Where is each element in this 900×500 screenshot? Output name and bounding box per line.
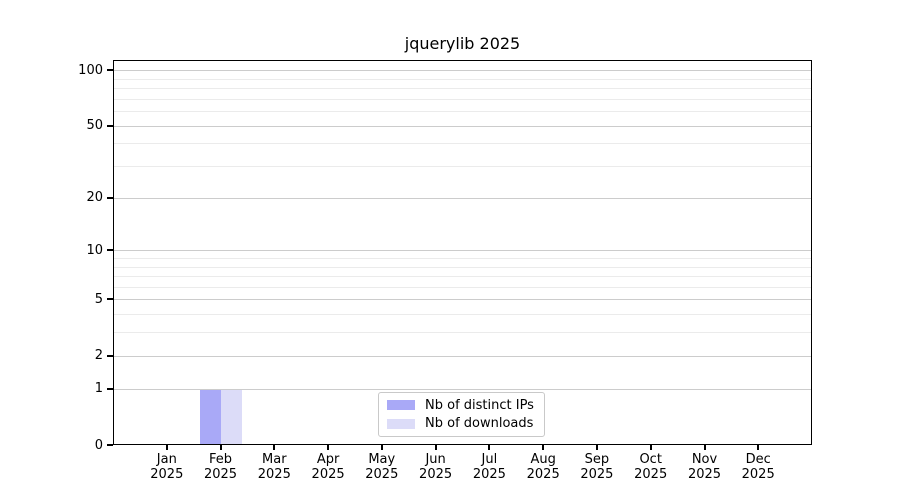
x-tick-label-month: Aug xyxy=(530,452,556,467)
legend-swatch-downloads xyxy=(387,418,415,429)
y-tick-label-1: 1 xyxy=(94,381,103,397)
y-tick-50 xyxy=(107,124,113,127)
legend-item-downloads: Nb of downloads xyxy=(387,415,536,434)
x-tick-label-year: 2025 xyxy=(741,467,775,482)
x-tick-label-year: 2025 xyxy=(634,467,668,482)
y-tick-5 xyxy=(107,298,113,301)
y-tick-20 xyxy=(107,196,113,199)
x-tick-may xyxy=(380,445,383,450)
x-tick-nov xyxy=(703,445,706,450)
x-tick-label-year: 2025 xyxy=(203,467,238,482)
x-tick-feb xyxy=(219,445,222,450)
x-tick-label-oct: Oct 2025 xyxy=(624,452,678,482)
x-tick-label-sep: Sep 2025 xyxy=(570,452,624,482)
x-tick-label-month: Mar xyxy=(262,452,287,467)
x-tick-label-aug: Aug 2025 xyxy=(516,452,570,482)
y-tick-label-50: 50 xyxy=(86,118,103,133)
x-tick-jul xyxy=(488,445,491,450)
x-tick-label-month: Nov xyxy=(691,452,718,467)
x-tick-label-month: Feb xyxy=(208,452,233,467)
legend-swatch-distinct-ips xyxy=(387,400,415,411)
x-tick-label-month: Dec xyxy=(745,452,771,467)
x-tick-jun xyxy=(434,445,437,450)
x-tick-label-month: Apr xyxy=(316,452,340,467)
y-tick-100 xyxy=(107,69,113,71)
x-tick-label-year: 2025 xyxy=(311,467,345,482)
x-tick-label-month: Jan xyxy=(156,452,177,467)
x-tick-label-month: May xyxy=(368,452,396,467)
x-tick-label-apr: Apr 2025 xyxy=(301,452,355,482)
x-tick-label-month: Jul xyxy=(481,452,498,467)
y-tick-label-20: 20 xyxy=(86,190,103,206)
x-tick-mar xyxy=(273,445,276,450)
x-tick-label-dec: Dec 2025 xyxy=(731,452,785,482)
x-tick-oct xyxy=(649,445,652,450)
legend: Nb of distinct IPs Nb of downloads xyxy=(378,392,545,437)
y-tick-label-2: 2 xyxy=(94,348,103,364)
x-tick-label-year: 2025 xyxy=(472,467,506,482)
x-tick-label-month: Sep xyxy=(584,452,610,467)
y-tick-label-100: 100 xyxy=(78,62,103,78)
legend-label-distinct-ips: Nb of distinct IPs xyxy=(425,397,534,413)
figure: jquerylib 2025 0 1 2 5 10 20 50 100 Jan 2025 Feb 20… xyxy=(0,0,900,500)
x-tick-label-year: 2025 xyxy=(419,467,453,482)
legend-label-downloads: Nb of downloads xyxy=(425,416,534,432)
y-tick-2 xyxy=(107,354,113,357)
y-tick-label-0: 0 xyxy=(94,437,103,453)
legend-item-distinct-ips: Nb of distinct IPs xyxy=(387,396,536,415)
x-tick-label-year: 2025 xyxy=(580,467,614,482)
x-tick-label-year: 2025 xyxy=(365,467,399,482)
x-tick-label-year: 2025 xyxy=(257,467,291,482)
x-tick-label-may: May 2025 xyxy=(355,452,409,482)
x-tick-label-feb: Feb 2025 xyxy=(194,452,248,482)
x-tick-label-nov: Nov 2025 xyxy=(678,452,732,482)
y-tick-0 xyxy=(107,444,113,446)
x-tick-aug xyxy=(542,445,545,450)
y-tick-label-5: 5 xyxy=(94,291,103,307)
y-tick-1 xyxy=(107,387,113,390)
x-tick-label-month: Oct xyxy=(639,452,662,467)
x-tick-label-year: 2025 xyxy=(687,467,722,482)
chart-title: jquerylib 2025 xyxy=(404,34,521,53)
plot-area xyxy=(113,60,812,445)
x-tick-label-jun: Jun 2025 xyxy=(409,452,463,482)
x-tick-label-month: Jun xyxy=(425,452,446,467)
x-tick-label-mar: Mar 2025 xyxy=(247,452,301,482)
y-tick-10 xyxy=(107,249,113,252)
x-tick-label-jan: Jan 2025 xyxy=(140,452,194,482)
x-tick-jan xyxy=(165,445,168,450)
x-tick-label-year: 2025 xyxy=(526,467,560,482)
x-tick-label-year: 2025 xyxy=(150,467,184,482)
x-tick-dec xyxy=(757,445,760,450)
x-tick-apr xyxy=(327,445,330,450)
x-tick-label-jul: Jul 2025 xyxy=(462,452,516,482)
x-tick-sep xyxy=(595,445,598,450)
y-tick-label-10: 10 xyxy=(86,242,103,258)
